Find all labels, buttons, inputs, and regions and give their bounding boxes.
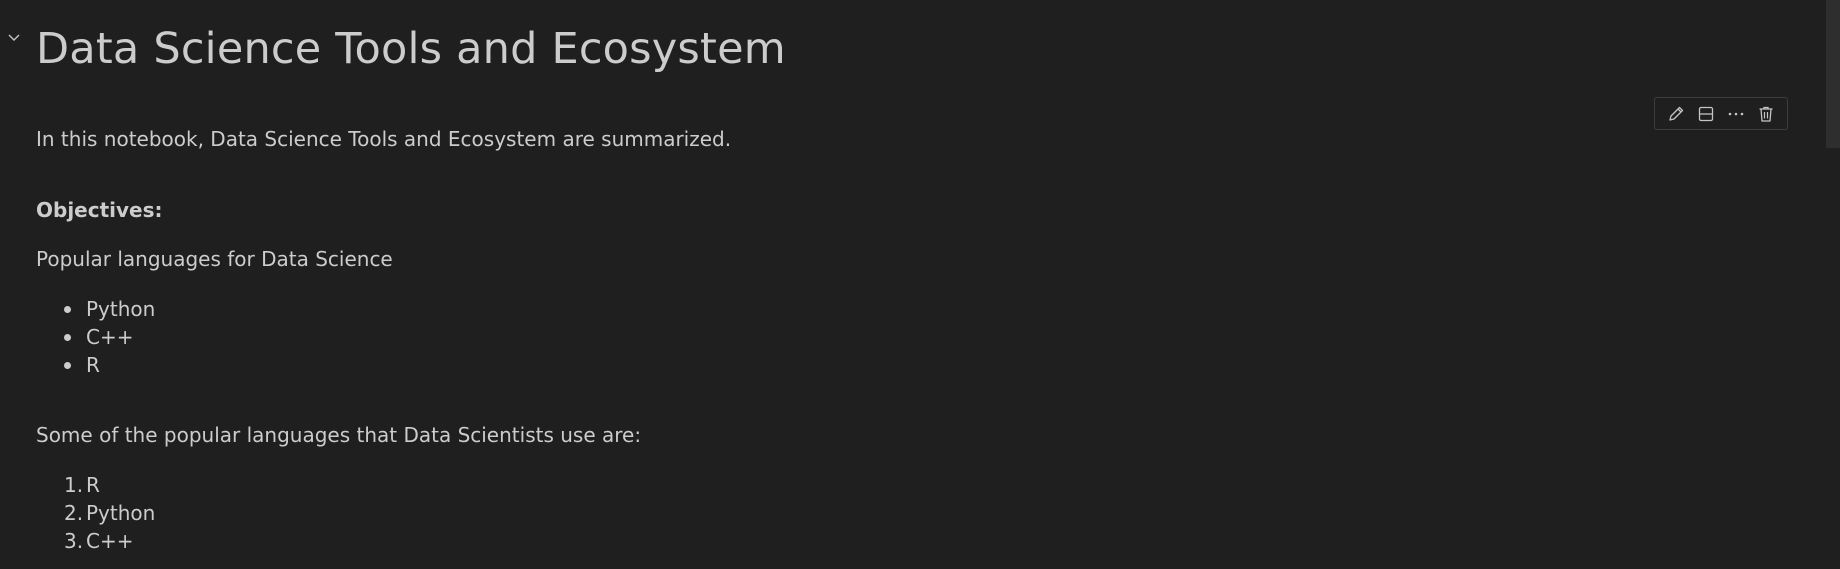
popular-languages-heading: Popular languages for Data Science (36, 247, 393, 271)
notebook-editor: Data Science Tools and Ecosystem In this… (0, 0, 1840, 569)
delete-icon[interactable] (1754, 102, 1778, 126)
bullet-icon (64, 362, 71, 369)
list-item-label: R (86, 353, 100, 377)
list-number: 1. (64, 473, 84, 497)
split-cell-icon[interactable] (1694, 102, 1718, 126)
list-item-label: Python (86, 297, 156, 321)
list-number: 3. (64, 529, 84, 553)
vertical-scrollbar[interactable] (1826, 0, 1840, 569)
list-item-label: Python (86, 501, 156, 525)
list-item-label: C++ (86, 325, 134, 349)
objectives-label: Objectives: (36, 198, 163, 222)
list-item: Python (36, 295, 155, 323)
list-item-label: C++ (86, 529, 134, 553)
list-item: 1. R (36, 471, 155, 499)
edit-icon[interactable] (1664, 102, 1688, 126)
intro-text: In this notebook, Data Science Tools and… (36, 127, 732, 151)
bullet-icon (64, 334, 71, 341)
list-item-label: R (86, 473, 100, 497)
notebook-title: Data Science Tools and Ecosystem (36, 24, 786, 74)
scrollbar-thumb[interactable] (1826, 0, 1840, 148)
cell-toolbar (1654, 97, 1788, 130)
list-item: R (36, 351, 155, 379)
data-scientists-languages-heading: Some of the popular languages that Data … (36, 423, 642, 447)
list-item: 2. Python (36, 499, 155, 527)
list-number: 2. (64, 501, 84, 525)
list-item: 3. C++ (36, 527, 155, 555)
more-actions-icon[interactable] (1724, 102, 1748, 126)
popular-languages-list: Python C++ R (36, 295, 155, 379)
list-item: C++ (36, 323, 155, 351)
data-scientists-languages-list: 1. R 2. Python 3. C++ (36, 471, 155, 555)
chevron-down-icon[interactable] (4, 28, 24, 48)
bullet-icon (64, 306, 71, 313)
